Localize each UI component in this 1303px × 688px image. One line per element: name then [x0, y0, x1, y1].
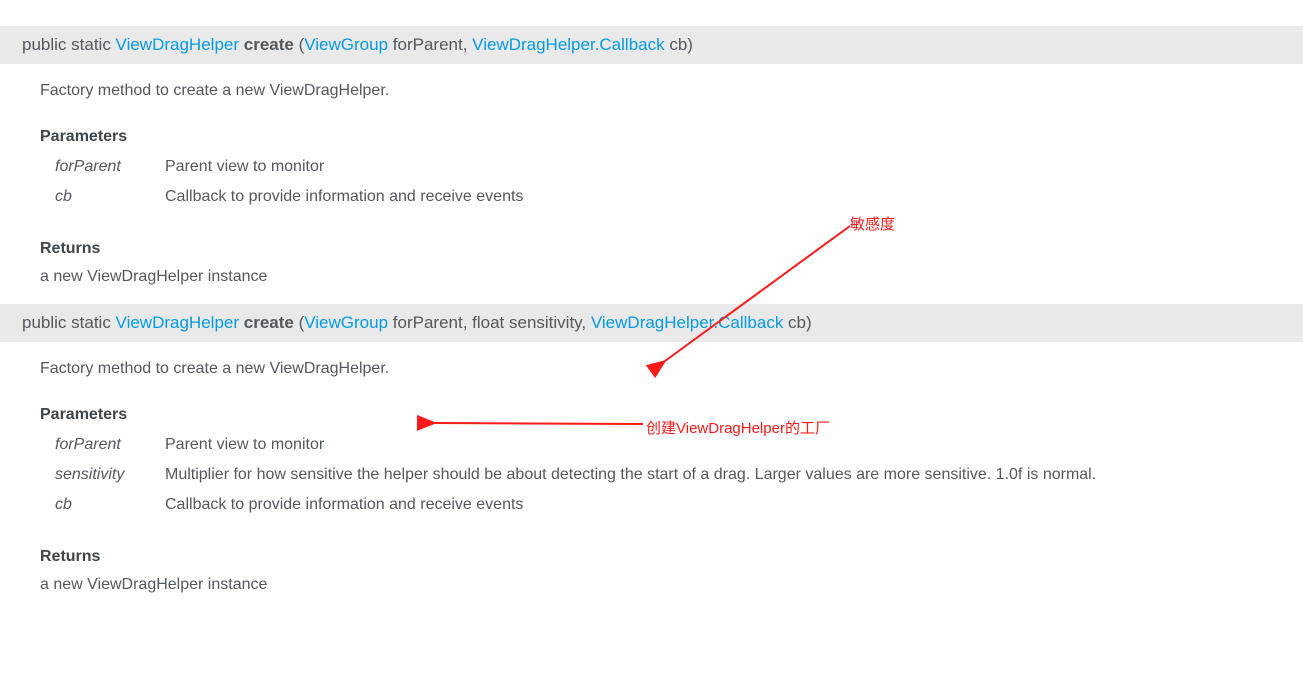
table-row: forParent Parent view to monitor	[40, 430, 1096, 460]
m1-p2-name: cb)	[665, 35, 693, 54]
param-desc: Parent view to monitor	[165, 430, 1096, 460]
method1-signature: public static ViewDragHelper create (Vie…	[0, 35, 1303, 55]
m1-open: (	[294, 35, 304, 54]
table-row: sensitivity Multiplier for how sensitive…	[40, 460, 1096, 490]
m1-return-type-link[interactable]: ViewDragHelper	[116, 35, 239, 54]
m1-returns: a new ViewDragHelper instance	[40, 268, 1303, 286]
param-desc: Callback to provide information and rece…	[165, 182, 523, 212]
m2-returns-heading: Returns	[40, 548, 1303, 566]
m1-method-name: create	[244, 35, 294, 54]
m1-description: Factory method to create a new ViewDragH…	[40, 82, 1303, 100]
param-name: cb	[40, 490, 165, 520]
method2-signature-bar: public static ViewDragHelper create (Vie…	[0, 304, 1303, 342]
param-desc: Parent view to monitor	[165, 152, 523, 182]
annotation-label-2: 创建ViewDragHelper的工厂	[646, 417, 830, 438]
m1-p2-type-link[interactable]: ViewDragHelper.Callback	[472, 35, 664, 54]
param-desc: Multiplier for how sensitive the helper …	[165, 460, 1096, 490]
method2-signature: public static ViewDragHelper create (Vie…	[0, 313, 1303, 333]
m2-p2-name: cb)	[783, 313, 811, 332]
m1-returns-heading: Returns	[40, 240, 1303, 258]
m2-returns: a new ViewDragHelper instance	[40, 576, 1303, 594]
method1-signature-bar: public static ViewDragHelper create (Vie…	[0, 26, 1303, 64]
m2-open: (	[294, 313, 304, 332]
doc-page: public static ViewDragHelper create (Vie…	[0, 26, 1303, 594]
param-name: forParent	[40, 152, 165, 182]
m2-modifiers: public static	[22, 313, 116, 332]
param-desc: Callback to provide information and rece…	[165, 490, 1096, 520]
param-name: cb	[40, 182, 165, 212]
m1-params-heading: Parameters	[40, 128, 1303, 146]
m2-return-type-link[interactable]: ViewDragHelper	[116, 313, 239, 332]
table-row: cb Callback to provide information and r…	[40, 182, 523, 212]
param-name: forParent	[40, 430, 165, 460]
table-row: forParent Parent view to monitor	[40, 152, 523, 182]
m1-p1-type-link[interactable]: ViewGroup	[304, 35, 388, 54]
m2-p2-type-link[interactable]: ViewDragHelper.Callback	[591, 313, 783, 332]
m2-p1-name: forParent, float sensitivity,	[388, 313, 591, 332]
m1-modifiers: public static	[22, 35, 116, 54]
m1-p1-name: forParent,	[388, 35, 472, 54]
m2-description: Factory method to create a new ViewDragH…	[40, 360, 1303, 378]
m2-params-table: forParent Parent view to monitor sensiti…	[40, 430, 1096, 520]
table-row: cb Callback to provide information and r…	[40, 490, 1096, 520]
m1-params-table: forParent Parent view to monitor cb Call…	[40, 152, 523, 212]
annotation-label-1: 敏感度	[850, 213, 895, 234]
param-name: sensitivity	[40, 460, 165, 490]
m2-p1-type-link[interactable]: ViewGroup	[304, 313, 388, 332]
m2-method-name: create	[244, 313, 294, 332]
